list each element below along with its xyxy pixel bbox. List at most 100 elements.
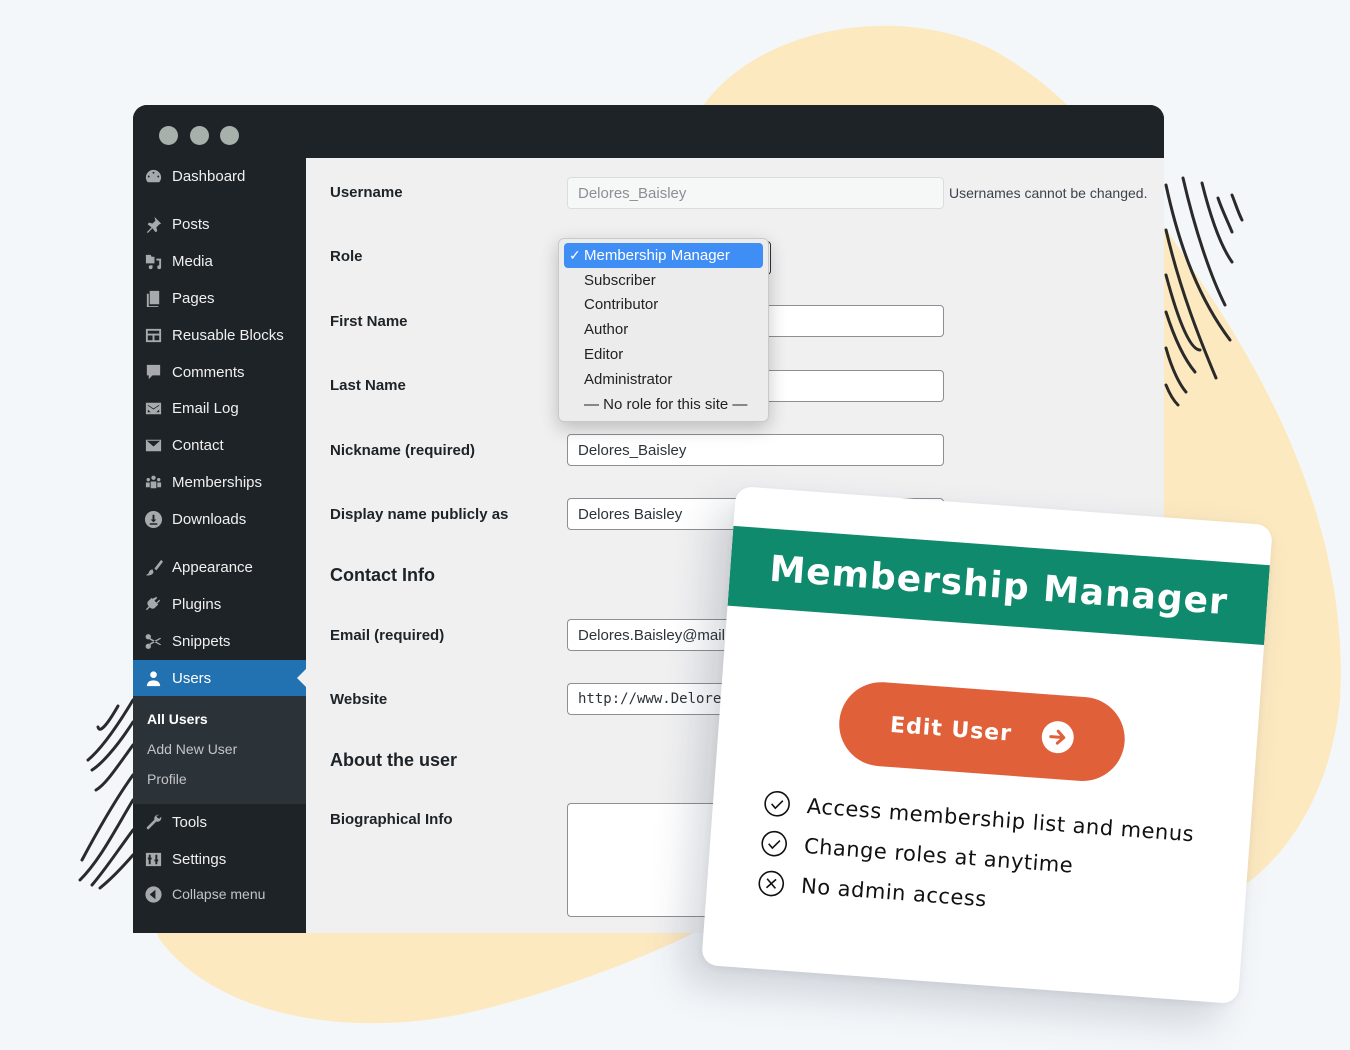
website-label: Website bbox=[330, 691, 388, 708]
sidebar-item-tools[interactable]: Tools bbox=[133, 804, 306, 840]
settings-icon bbox=[143, 849, 163, 869]
feature-item: No admin access bbox=[756, 869, 988, 914]
checkmark-icon: ✓ bbox=[569, 246, 581, 263]
brush-icon bbox=[143, 557, 163, 577]
users-submenu: All Users Add New User Profile bbox=[133, 696, 306, 804]
blocks-icon bbox=[143, 325, 163, 345]
admin-sidebar: Dashboard Posts Media Pages Reusable Blo… bbox=[133, 158, 306, 933]
media-icon bbox=[143, 251, 163, 271]
scissors-icon bbox=[143, 631, 163, 651]
x-circle-icon bbox=[758, 870, 785, 897]
sidebar-item-label: Dashboard bbox=[172, 167, 246, 185]
bio-label: Biographical Info bbox=[330, 811, 453, 828]
role-option-administrator[interactable]: Administrator bbox=[564, 367, 763, 392]
role-option-editor[interactable]: Editor bbox=[564, 342, 763, 367]
sidebar-item-label: Media bbox=[172, 252, 213, 270]
sidebar-item-label: Reusable Blocks bbox=[172, 326, 284, 344]
submenu-item-all-users[interactable]: All Users bbox=[147, 711, 208, 727]
hatch-lines-right bbox=[1164, 176, 1244, 407]
role-promo-card: Membership Manager Edit User Access memb… bbox=[701, 485, 1273, 1005]
check-circle-icon bbox=[764, 790, 790, 817]
contact-info-heading: Contact Info bbox=[330, 565, 435, 585]
sidebar-item-label: Plugins bbox=[172, 595, 222, 613]
sidebar-item-media[interactable]: Media bbox=[133, 243, 306, 279]
sidebar-item-reusable-blocks[interactable]: Reusable Blocks bbox=[133, 317, 306, 353]
collapse-menu-label: Collapse menu bbox=[172, 886, 266, 902]
sidebar-item-memberships[interactable]: Memberships bbox=[133, 464, 306, 500]
sidebar-item-email-log[interactable]: Email Log bbox=[133, 390, 306, 426]
sidebar-item-label: Users bbox=[172, 669, 212, 687]
sidebar-item-snippets[interactable]: Snippets bbox=[133, 623, 306, 659]
pin-icon bbox=[143, 214, 163, 234]
window-close-button[interactable] bbox=[159, 126, 178, 145]
sidebar-item-downloads[interactable]: Downloads bbox=[133, 501, 306, 537]
edit-user-button[interactable]: Edit User bbox=[836, 679, 1128, 784]
window-titlebar bbox=[133, 105, 1164, 158]
sidebar-item-label: Comments bbox=[172, 363, 245, 381]
sidebar-item-plugins[interactable]: Plugins bbox=[133, 586, 306, 622]
dashboard-icon bbox=[143, 166, 163, 186]
sidebar-item-label: Downloads bbox=[172, 510, 247, 528]
sidebar-item-settings[interactable]: Settings bbox=[133, 841, 306, 877]
sidebar-item-label: Posts bbox=[172, 215, 210, 233]
about-user-heading: About the user bbox=[330, 750, 458, 770]
arrow-right-icon bbox=[1040, 720, 1076, 755]
window-minimize-button[interactable] bbox=[190, 126, 209, 145]
groups-icon bbox=[143, 472, 163, 492]
submenu-item-add-new-user[interactable]: Add New User bbox=[147, 741, 237, 757]
feature-text: Change roles at anytime bbox=[803, 833, 1075, 878]
sidebar-item-appearance[interactable]: Appearance bbox=[133, 549, 306, 585]
card-title: Membership Manager bbox=[768, 548, 1230, 623]
comment-icon bbox=[143, 362, 163, 382]
role-dropdown: ✓ Membership Manager Subscriber Contribut… bbox=[558, 238, 769, 422]
check-circle-icon bbox=[761, 830, 788, 857]
pages-icon bbox=[143, 288, 163, 308]
role-option-subscriber[interactable]: Subscriber bbox=[564, 268, 763, 293]
role-option-membership-manager[interactable]: ✓ Membership Manager bbox=[564, 243, 763, 268]
submenu-item-profile[interactable]: Profile bbox=[147, 771, 187, 787]
download-icon bbox=[143, 509, 163, 529]
role-promo-card-wrapper: Membership Manager Edit User Access memb… bbox=[701, 485, 1273, 1005]
role-option-no-role[interactable]: — No role for this site — bbox=[564, 392, 763, 417]
sidebar-item-comments[interactable]: Comments bbox=[133, 354, 306, 390]
role-label: Role bbox=[330, 248, 363, 265]
first-name-label: First Name bbox=[330, 313, 408, 330]
sidebar-item-label: Appearance bbox=[172, 558, 253, 576]
sidebar-item-label: Memberships bbox=[172, 473, 263, 491]
username-label: Username bbox=[330, 184, 403, 201]
role-option-label: Membership Manager bbox=[584, 246, 730, 264]
envelope-icon bbox=[143, 398, 163, 418]
sidebar-item-label: Pages bbox=[172, 289, 215, 307]
nickname-field[interactable] bbox=[567, 434, 944, 466]
user-icon bbox=[143, 668, 163, 688]
sidebar-item-dashboard[interactable]: Dashboard bbox=[133, 158, 306, 194]
sidebar-item-label: Snippets bbox=[172, 632, 231, 650]
collapse-menu-button[interactable]: Collapse menu bbox=[133, 876, 306, 912]
sidebar-item-label: Contact bbox=[172, 436, 224, 454]
last-name-label: Last Name bbox=[330, 377, 406, 394]
username-hint: Usernames cannot be changed. bbox=[949, 185, 1148, 201]
username-field bbox=[567, 177, 944, 209]
sidebar-item-contact[interactable]: Contact bbox=[133, 427, 306, 463]
collapse-icon bbox=[143, 884, 163, 904]
mail-icon bbox=[143, 435, 163, 455]
sidebar-item-label: Email Log bbox=[172, 399, 239, 417]
sidebar-item-posts[interactable]: Posts bbox=[133, 206, 306, 242]
sidebar-item-users[interactable]: Users bbox=[133, 660, 306, 696]
wrench-icon bbox=[143, 812, 163, 832]
window-maximize-button[interactable] bbox=[220, 126, 239, 145]
nickname-label: Nickname (required) bbox=[330, 442, 476, 459]
card-banner: Membership Manager bbox=[727, 525, 1270, 646]
display-name-label: Display name publicly as bbox=[330, 506, 509, 523]
hatch-lines-left bbox=[78, 698, 135, 890]
feature-text: No admin access bbox=[800, 873, 988, 912]
role-option-author[interactable]: Author bbox=[564, 317, 763, 342]
active-indicator bbox=[297, 669, 306, 687]
sidebar-item-pages[interactable]: Pages bbox=[133, 280, 306, 316]
sidebar-item-label: Tools bbox=[172, 813, 208, 831]
plugin-icon bbox=[143, 594, 163, 614]
edit-user-button-label: Edit User bbox=[889, 712, 1013, 747]
role-option-contributor[interactable]: Contributor bbox=[564, 293, 763, 318]
sidebar-item-label: Settings bbox=[172, 850, 227, 868]
email-label: Email (required) bbox=[330, 627, 445, 644]
